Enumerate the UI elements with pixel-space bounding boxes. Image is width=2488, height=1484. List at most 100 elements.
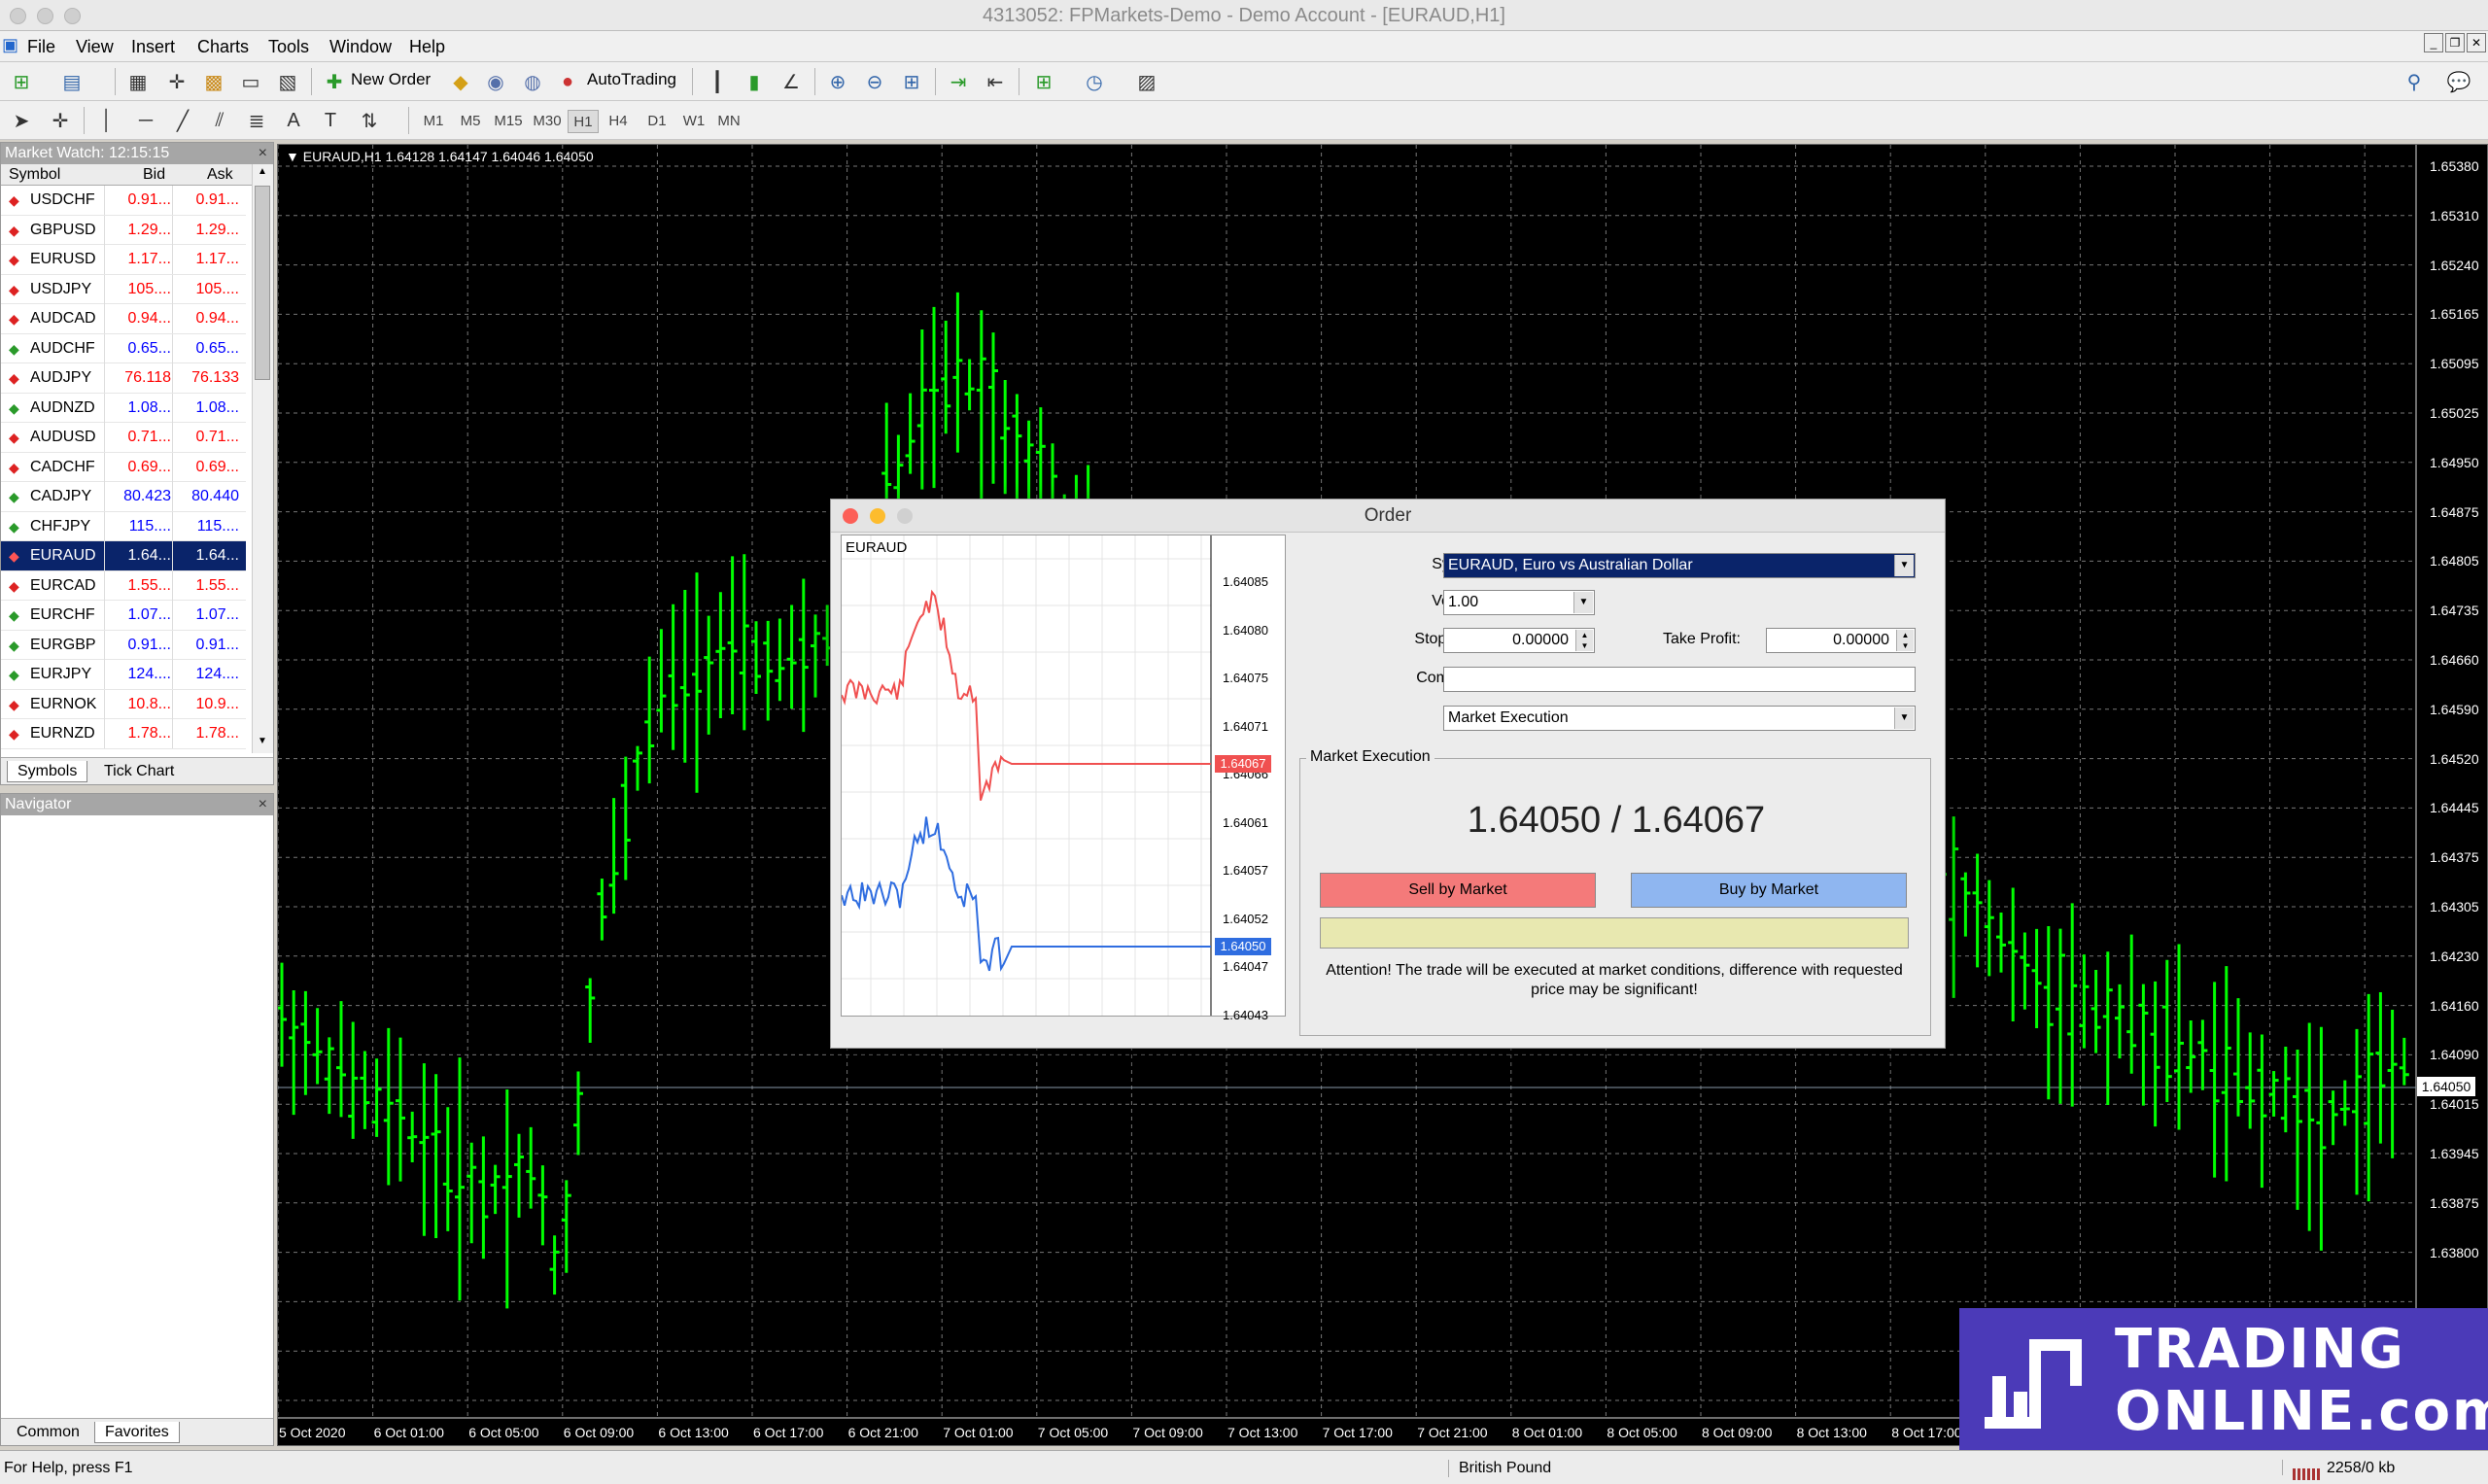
search-icon[interactable]: ⚲	[2401, 69, 2428, 94]
tile-windows-icon[interactable]: ⊞	[898, 69, 925, 94]
takeprofit-field[interactable]: 0.00000 ▲ ▼	[1766, 628, 1916, 653]
stoploss-spinner-icon[interactable]: ▲ ▼	[1575, 630, 1593, 651]
zoom-in-icon[interactable]: ⊕	[824, 69, 851, 94]
equidistant-channel-icon[interactable]: ⫽	[206, 108, 233, 133]
timeframe-m30[interactable]: M30	[529, 110, 566, 133]
terminal-icon[interactable]: ▭	[237, 69, 264, 94]
autotrading-button[interactable]: AutoTrading	[587, 70, 676, 89]
candlestick-icon[interactable]: ▮	[741, 69, 768, 94]
strategy-tester-icon[interactable]: ▧	[274, 69, 301, 94]
new-chart-icon[interactable]: ⊞	[8, 69, 35, 94]
market-watch-row[interactable]: ◆ EURCAD 1.55... 1.55...	[1, 570, 246, 601]
chart-shift-icon[interactable]: ⇤	[982, 69, 1009, 94]
minimize-dialog-icon[interactable]	[870, 508, 885, 524]
arrows-icon[interactable]: ⇅	[356, 108, 383, 133]
symbol-select[interactable]: EURAUD, Euro vs Australian Dollar ▼	[1443, 553, 1916, 578]
close-dialog-icon[interactable]	[843, 508, 858, 524]
market-watch-row[interactable]: ◆ AUDNZD 1.08... 1.08...	[1, 393, 246, 423]
market-watch-row[interactable]: ◆ EURGBP 0.91... 0.91...	[1, 630, 246, 660]
timeframe-w1[interactable]: W1	[678, 110, 709, 133]
market-watch-row[interactable]: ◆ EURNZD 1.78... 1.78...	[1, 719, 246, 749]
timeframe-h4[interactable]: H4	[603, 110, 634, 133]
market-icon[interactable]: ◍	[519, 69, 546, 94]
tab-symbols[interactable]: Symbols	[7, 761, 88, 782]
auto-scroll-icon[interactable]: ⇥	[945, 69, 972, 94]
menu-help[interactable]: Help	[409, 37, 445, 57]
trendline-icon[interactable]: ╱	[169, 108, 196, 133]
minimize-child-button[interactable]: _	[2424, 33, 2443, 52]
chat-icon[interactable]: 💬	[2445, 69, 2472, 94]
scrollbar-thumb[interactable]	[255, 186, 270, 380]
market-watch-row[interactable]: ◆ AUDUSD 0.71... 0.71...	[1, 423, 246, 453]
timeframe-m15[interactable]: M15	[490, 110, 527, 133]
type-select[interactable]: Market Execution ▼	[1443, 706, 1916, 731]
timeframe-m1[interactable]: M1	[418, 110, 449, 133]
timeframe-m5[interactable]: M5	[455, 110, 486, 133]
menu-view[interactable]: View	[76, 37, 114, 57]
menu-insert[interactable]: Insert	[131, 37, 175, 57]
restore-child-button[interactable]: ❐	[2445, 33, 2465, 52]
comment-field[interactable]	[1443, 667, 1916, 692]
scroll-down-icon[interactable]: ▼	[255, 736, 270, 751]
close-window-icon[interactable]	[10, 8, 26, 24]
sell-by-market-button[interactable]: Sell by Market	[1320, 873, 1596, 908]
market-watch-row[interactable]: ◆ USDCHF 0.91... 0.91...	[1, 186, 246, 216]
autotrading-icon[interactable]: ●	[554, 69, 581, 94]
market-watch-scrollbar[interactable]: ▲ ▼	[252, 164, 273, 753]
indicators-icon[interactable]: ⊞	[1030, 69, 1057, 94]
timeframe-d1[interactable]: D1	[641, 110, 673, 133]
close-child-button[interactable]: ✕	[2467, 33, 2486, 52]
menu-file[interactable]: File	[27, 37, 55, 57]
market-watch-row[interactable]: ◆ EURNOK 10.8... 10.9...	[1, 689, 246, 719]
tab-common[interactable]: Common	[7, 1422, 89, 1443]
zoom-out-icon[interactable]: ⊖	[861, 69, 888, 94]
menu-charts[interactable]: Charts	[197, 37, 249, 57]
text-icon[interactable]: A	[280, 108, 307, 133]
timeframe-mn[interactable]: MN	[713, 110, 744, 133]
market-watch-row[interactable]: ◆ CADJPY 80.423 80.440	[1, 482, 246, 512]
tab-favorites[interactable]: Favorites	[94, 1422, 180, 1443]
crosshair-icon[interactable]: ✛	[47, 108, 74, 133]
chevron-down-icon[interactable]: ▼	[1573, 592, 1593, 613]
market-watch-row[interactable]: ◆ EURJPY 124.... 124....	[1, 660, 246, 690]
takeprofit-spinner-icon[interactable]: ▲ ▼	[1896, 630, 1914, 651]
metaeditor-icon[interactable]: ◆	[447, 69, 474, 94]
menu-tools[interactable]: Tools	[268, 37, 309, 57]
new-order-icon[interactable]: ✚	[321, 69, 348, 94]
minimize-window-icon[interactable]	[37, 8, 53, 24]
col-symbol[interactable]: Symbol	[9, 166, 60, 184]
market-watch-row[interactable]: ◆ GBPUSD 1.29... 1.29...	[1, 215, 246, 245]
market-watch-row[interactable]: ◆ AUDJPY 76.118 76.133	[1, 363, 246, 394]
market-watch-row[interactable]: ◆ CHFJPY 115.... 115....	[1, 511, 246, 541]
bar-chart-icon[interactable]: ┃	[704, 69, 731, 94]
profiles-icon[interactable]: ▤	[58, 69, 86, 94]
market-watch-row[interactable]: ◆ USDJPY 105.... 105....	[1, 274, 246, 304]
cursor-icon[interactable]: ➤	[8, 108, 35, 133]
data-window-icon[interactable]: ✛	[163, 69, 190, 94]
market-watch-row[interactable]: ◆ EURUSD 1.17... 1.17...	[1, 245, 246, 275]
new-order-button[interactable]: New Order	[351, 70, 431, 89]
volume-field[interactable]: 1.00 ▼	[1443, 590, 1595, 615]
chevron-down-icon[interactable]: ▼	[1894, 555, 1914, 576]
market-watch-row[interactable]: ◆ EURCHF 1.07... 1.07...	[1, 601, 246, 631]
col-ask[interactable]: Ask	[207, 166, 233, 184]
stoploss-field[interactable]: 0.00000 ▲ ▼	[1443, 628, 1595, 653]
periods-icon[interactable]: ◷	[1081, 69, 1108, 94]
close-icon[interactable]: ×	[259, 143, 267, 164]
close-icon[interactable]: ×	[259, 794, 267, 815]
vertical-line-icon[interactable]: │	[93, 108, 121, 133]
col-bid[interactable]: Bid	[143, 166, 165, 184]
zoom-window-icon[interactable]	[64, 8, 81, 24]
text-label-icon[interactable]: T	[317, 108, 344, 133]
line-chart-icon[interactable]: ∠	[778, 69, 805, 94]
chevron-down-icon[interactable]: ▼	[1894, 707, 1914, 729]
templates-icon[interactable]: ▨	[1133, 69, 1160, 94]
menu-window[interactable]: Window	[329, 37, 392, 57]
market-watch-row[interactable]: ◆ EURAUD 1.64... 1.64...	[1, 541, 246, 571]
signals-icon[interactable]: ◉	[482, 69, 509, 94]
tab-tick-chart[interactable]: Tick Chart	[94, 761, 184, 782]
navigator-icon[interactable]: ▩	[200, 69, 227, 94]
scroll-up-icon[interactable]: ▲	[255, 166, 270, 182]
market-watch-icon[interactable]: ▦	[124, 69, 152, 94]
market-watch-row[interactable]: ◆ AUDCAD 0.94... 0.94...	[1, 304, 246, 334]
